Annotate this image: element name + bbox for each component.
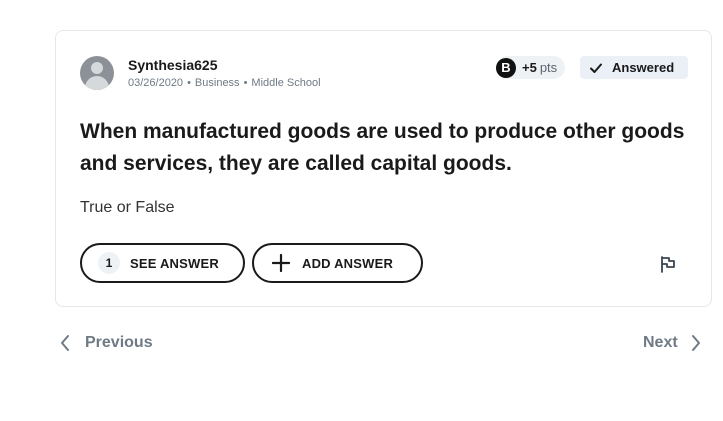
add-answer-label: ADD ANSWER <box>302 255 394 271</box>
meta-separator: • <box>243 77 248 89</box>
status-label: Answered <box>612 60 675 75</box>
brainly-points-icon: B <box>496 57 516 78</box>
points-badge: B +5 pts <box>496 56 566 79</box>
question-meta: 03/26/2020 • Business • Middle School <box>128 77 321 89</box>
points-value: +5 <box>522 60 537 75</box>
chevron-right-icon <box>691 335 700 351</box>
next-label: Next <box>643 334 678 351</box>
author-name[interactable]: Synthesia625 <box>128 57 218 73</box>
plus-icon <box>272 254 290 272</box>
add-answer-button[interactable]: ADD ANSWER <box>252 243 423 283</box>
flag-icon[interactable] <box>659 255 677 273</box>
check-icon <box>590 63 602 73</box>
question-body: True or False <box>80 199 175 216</box>
previous-question-link[interactable]: Previous <box>59 334 153 352</box>
question-date: 03/26/2020 <box>128 77 184 89</box>
answer-count: 1 <box>98 252 120 274</box>
chevron-left-icon <box>61 335 69 351</box>
question-card: Synthesia625 03/26/2020 • Business • Middle … <box>55 30 712 307</box>
question-level: Middle School <box>251 77 321 89</box>
answered-status-badge: Answered <box>580 56 688 79</box>
next-question-link[interactable]: Next <box>643 334 702 352</box>
avatar-body <box>85 76 109 90</box>
user-avatar-icon[interactable] <box>80 56 114 90</box>
see-answer-button[interactable]: 1 SEE ANSWER <box>80 243 245 283</box>
question-subject[interactable]: Business <box>195 77 240 89</box>
avatar-head <box>91 62 103 74</box>
meta-separator: • <box>187 77 191 89</box>
see-answer-label: SEE ANSWER <box>130 255 219 271</box>
points-unit: pts <box>539 60 558 75</box>
question-title: When manufactured goods are used to prod… <box>80 120 685 175</box>
previous-label: Previous <box>85 334 153 351</box>
